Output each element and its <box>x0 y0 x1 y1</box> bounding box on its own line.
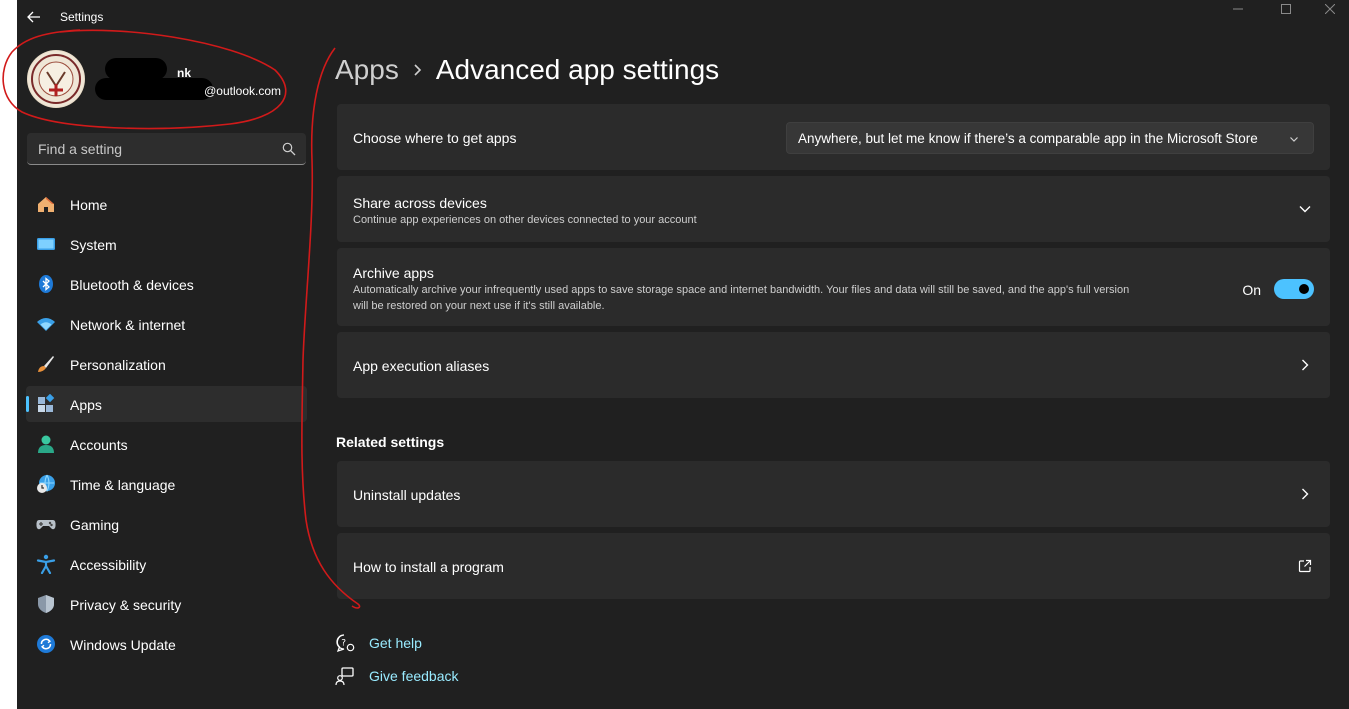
minimize-icon <box>1233 8 1243 10</box>
sidebar-item-label: Privacy & security <box>70 597 182 613</box>
share-description: Continue app experiences on other device… <box>353 214 697 226</box>
avatar <box>27 50 85 108</box>
archive-description-line1: Automatically archive your infrequently … <box>353 284 1130 296</box>
settings-window: Settings nk @outlook.com Find a setting … <box>17 0 1349 709</box>
sidebar-item-network-internet[interactable]: Network & internet <box>26 306 307 342</box>
how-to-install-card[interactable]: How to install a program <box>337 533 1330 599</box>
chevron-down-icon <box>1290 137 1298 142</box>
apps-icon <box>38 394 55 412</box>
close-button[interactable] <box>1307 0 1349 18</box>
maximize-button[interactable] <box>1263 0 1309 18</box>
give-feedback-label: Give feedback <box>369 668 459 684</box>
home-icon <box>38 197 54 212</box>
search-icon[interactable] <box>282 142 296 156</box>
sidebar-item-label: Network & internet <box>70 317 186 333</box>
external-link-icon <box>1298 559 1312 573</box>
share-title: Share across devices <box>353 195 487 211</box>
aliases-title: App execution aliases <box>353 358 490 374</box>
svg-text:?: ? <box>341 639 346 649</box>
sidebar-item-label: Time & language <box>70 477 176 493</box>
system-icon <box>37 238 55 250</box>
sidebar-item-bluetooth-devices[interactable]: Bluetooth & devices <box>26 266 307 302</box>
minimize-button[interactable] <box>1215 0 1261 18</box>
app-execution-aliases-card[interactable]: App execution aliases <box>337 332 1330 398</box>
page-title: Advanced app settings <box>435 54 720 85</box>
window-title: Settings <box>60 10 104 24</box>
sidebar-item-label: Home <box>70 197 108 213</box>
person-icon <box>38 435 54 453</box>
get-help-label: Get help <box>369 635 422 651</box>
profile-name: nk <box>177 66 192 80</box>
how-to-install-title: How to install a program <box>353 559 504 575</box>
title-bar: Settings <box>17 0 1349 34</box>
maximize-icon <box>1281 4 1291 14</box>
sidebar-item-personalization[interactable]: Personalization <box>26 346 307 382</box>
sidebar-item-time-language[interactable]: Time & language <box>26 466 307 502</box>
share-across-devices-card[interactable]: Share across devices Continue app experi… <box>337 176 1330 242</box>
sidebar-item-label: Windows Update <box>70 637 176 653</box>
chevron-right-icon <box>1302 359 1309 371</box>
feedback-icon <box>335 667 354 686</box>
close-icon <box>1325 4 1335 14</box>
sidebar-item-label: Accounts <box>70 437 128 453</box>
dropdown-value: Anywhere, but let me know if there’s a c… <box>798 131 1258 146</box>
search-input[interactable] <box>27 133 272 164</box>
brush-icon <box>38 356 54 372</box>
choose-apps-card: Choose where to get apps Anywhere, but l… <box>337 104 1330 170</box>
uninstall-updates-title: Uninstall updates <box>353 487 461 503</box>
sidebar-item-windows-update[interactable]: Windows Update <box>26 626 307 662</box>
archive-apps-toggle[interactable] <box>1274 279 1314 299</box>
chevron-right-icon <box>1302 488 1309 500</box>
related-settings-heading: Related settings <box>336 434 445 450</box>
sidebar-nav: Home System Bluetooth & devices Network … <box>26 186 307 666</box>
give-feedback-link[interactable]: Give feedback <box>335 665 459 687</box>
sidebar-item-label: Bluetooth & devices <box>70 277 194 293</box>
sidebar-item-label: System <box>70 237 117 253</box>
toggle-state-label: On <box>1242 282 1261 298</box>
accessibility-icon <box>36 554 56 574</box>
get-help-link[interactable]: ? Get help <box>335 632 422 654</box>
bluetooth-icon <box>39 275 53 293</box>
help-chat-icon: ? <box>336 634 355 653</box>
sidebar-item-gaming[interactable]: Gaming <box>26 506 307 542</box>
archive-title: Archive apps <box>353 265 434 281</box>
sidebar-item-privacy-security[interactable]: Privacy & security <box>26 586 307 622</box>
gamepad-icon <box>36 520 56 530</box>
breadcrumb: Apps Advanced app settings <box>335 50 719 90</box>
chevron-right-icon <box>413 63 422 77</box>
archive-apps-card: Archive apps Automatically archive your … <box>337 248 1330 326</box>
globe-clock-icon <box>37 474 55 493</box>
back-button[interactable] <box>23 6 45 28</box>
wifi-icon <box>37 318 55 331</box>
sidebar-item-home[interactable]: Home <box>26 186 307 222</box>
app-source-dropdown[interactable]: Anywhere, but let me know if there’s a c… <box>786 122 1314 154</box>
shield-icon <box>38 595 54 613</box>
sidebar-item-accounts[interactable]: Accounts <box>26 426 307 462</box>
toggle-knob <box>1299 284 1309 294</box>
choose-apps-title: Choose where to get apps <box>353 130 517 146</box>
chevron-down-icon[interactable] <box>1298 202 1312 216</box>
avatar-emblem-icon <box>28 51 84 107</box>
archive-description-line2: will be restored on your next use if it'… <box>353 300 605 312</box>
redaction-mark <box>105 58 167 80</box>
sidebar-item-label: Gaming <box>70 517 120 533</box>
profile-email: @outlook.com <box>204 84 281 98</box>
sidebar-item-label: Apps <box>70 397 102 413</box>
uninstall-updates-card[interactable]: Uninstall updates <box>337 461 1330 527</box>
search-box <box>27 133 306 165</box>
sidebar-item-accessibility[interactable]: Accessibility <box>26 546 307 582</box>
breadcrumb-parent[interactable]: Apps <box>335 54 399 86</box>
user-profile[interactable]: nk @outlook.com <box>27 48 297 114</box>
update-icon <box>37 635 55 653</box>
sidebar-item-label: Personalization <box>70 357 166 373</box>
sidebar-item-apps[interactable]: Apps <box>26 386 307 422</box>
back-arrow-icon <box>27 11 40 23</box>
sidebar-item-label: Accessibility <box>70 557 147 573</box>
sidebar-item-system[interactable]: System <box>26 226 307 262</box>
